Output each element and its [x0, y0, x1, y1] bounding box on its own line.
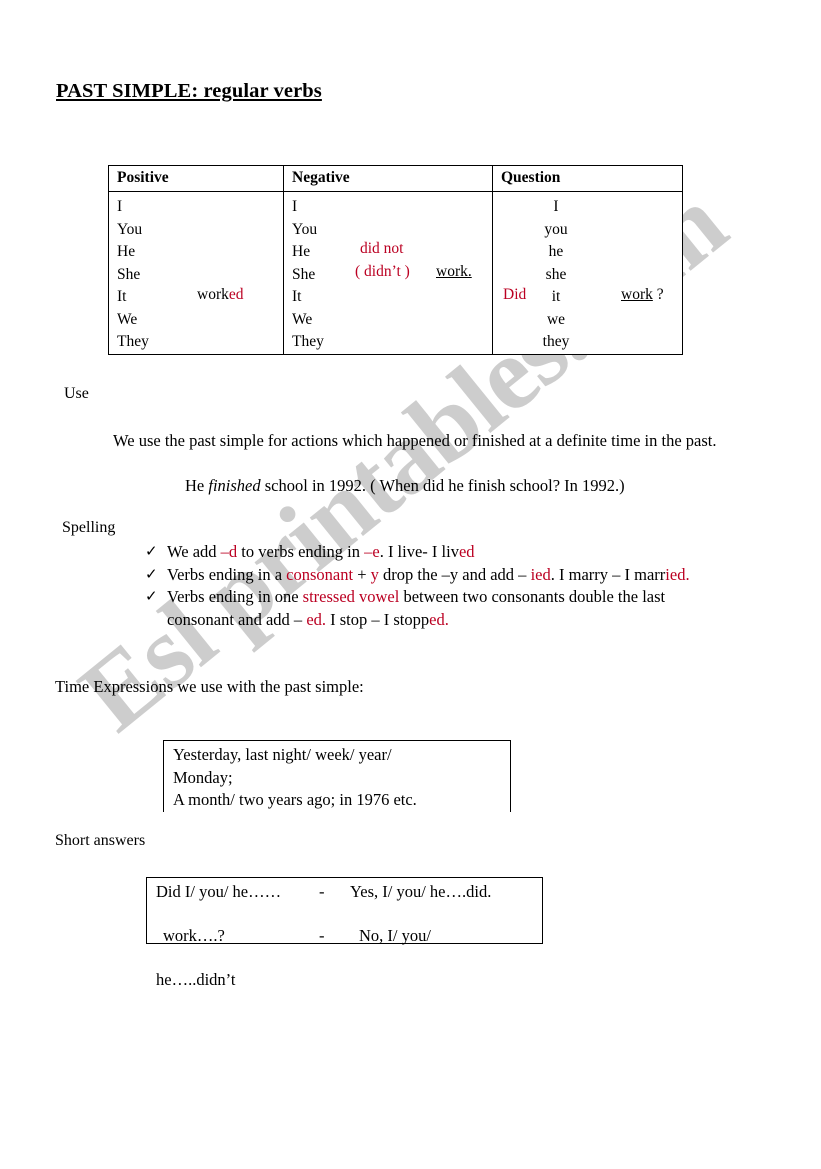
column-header-question: Question	[492, 165, 683, 192]
use-paragraph: We use the past simple for actions which…	[113, 431, 717, 450]
pronoun-item: You	[292, 220, 318, 238]
spelling-segment: consonant	[286, 564, 354, 584]
spelling-rule-text: Verbs ending in one stressed vowel betwe…	[167, 586, 730, 631]
table-body-row: I You He She It We They worked I You He …	[108, 191, 683, 355]
short-answer-question: he…..didn’t	[156, 970, 236, 989]
column-header-negative: Negative	[283, 165, 493, 192]
spelling-segment: I stop – I stopp	[326, 609, 430, 629]
spelling-segment: ed	[458, 542, 475, 561]
negative-contraction: ( didn’t )	[355, 263, 410, 280]
spelling-section-label: Spelling	[62, 519, 116, 536]
time-expression-line: A month/ two years ago; in 1976 etc.	[173, 790, 417, 809]
pronoun-item: I	[553, 198, 559, 215]
column-header-positive: Positive	[108, 165, 284, 192]
pronoun-item: It	[292, 288, 302, 305]
short-answers-label: Short answers	[55, 832, 146, 849]
spelling-rule-text: We add –d to verbs ending in –e. I live-…	[167, 541, 730, 564]
question-cell: I you he she it we they Did work ?	[492, 191, 683, 355]
verb-ending: ed	[228, 286, 244, 303]
spelling-rule-item: ✓ We add –d to verbs ending in –e. I liv…	[145, 541, 730, 564]
pronoun-item: you	[544, 220, 568, 238]
spelling-rule-list: ✓ We add –d to verbs ending in –e. I liv…	[145, 541, 730, 631]
pronoun-item: I	[292, 198, 298, 215]
positive-verb-form: worked	[197, 286, 244, 304]
spelling-segment: +	[353, 564, 371, 584]
spelling-segment: to verbs ending in	[237, 542, 365, 561]
positive-cell: I You He She It We They worked	[108, 191, 284, 355]
pronoun-item: he	[548, 243, 564, 260]
spelling-segment: Verbs ending in a	[167, 564, 287, 584]
spelling-rule-text: Verbs ending in a consonant + y drop the…	[167, 564, 730, 587]
short-answer-row: Did I/ you/ he…… - Yes, I/ you/ he….did.	[147, 878, 542, 901]
use-example: He finished school in 1992. ( When did h…	[55, 475, 755, 496]
spelling-segment: drop the –y and add –	[378, 564, 531, 584]
pronoun-item: They	[292, 333, 324, 350]
use-section-label: Use	[64, 385, 89, 402]
checkmark-icon: ✓	[145, 566, 158, 583]
spelling-segment: y	[370, 564, 379, 584]
short-answer-row: work….? - No, I/ you/	[147, 900, 542, 945]
pronoun-item: They	[117, 333, 149, 350]
spelling-segment: ied	[530, 564, 551, 584]
checkmark-icon: ✓	[145, 544, 158, 560]
spelling-segment: . I marry – I marr	[550, 564, 666, 584]
pronoun-item: He	[117, 243, 136, 260]
spelling-segment: stressed vowel	[302, 587, 400, 606]
spelling-segment: –d	[220, 542, 238, 561]
question-verb: work	[621, 286, 653, 303]
positive-pronoun-list: I You He She It We They	[109, 192, 283, 354]
example-post: school in 1992. ( When did he finish sch…	[260, 476, 625, 495]
pronoun-item: they	[542, 333, 570, 350]
pronoun-item: she	[545, 265, 567, 283]
table-header-row: Positive Negative Question	[108, 165, 683, 192]
time-expression-line: Yesterday, last night/ week/ year/	[173, 745, 392, 764]
pronoun-item: We	[292, 310, 313, 328]
question-mark: ?	[652, 286, 664, 303]
spelling-segment: We add	[167, 542, 221, 561]
verb-stem: work	[197, 286, 229, 303]
spelling-segment: ed.	[306, 609, 327, 629]
pronoun-item: You	[117, 220, 143, 238]
page-title: PAST SIMPLE: regular verbs	[56, 80, 322, 102]
example-pre: He	[185, 476, 209, 495]
example-italic-verb: finished	[208, 476, 261, 495]
question-auxiliary: Did	[503, 286, 527, 303]
spelling-segment: –e	[364, 542, 380, 561]
spelling-rule-item: ✓ Verbs ending in one stressed vowel bet…	[145, 586, 730, 631]
short-answer-row: he…..didn’t	[147, 922, 542, 989]
time-expressions-intro: Time Expressions we use with the past si…	[55, 677, 364, 696]
negative-cell: I You He She It We They did not ( didn’t…	[283, 191, 493, 355]
spelling-segment: . I live- I liv	[379, 542, 459, 561]
time-expression-line: Monday;	[173, 767, 233, 787]
pronoun-item: She	[117, 265, 141, 283]
question-cell-body: I you he she it we they Did work ?	[493, 192, 682, 350]
pronoun-item: I	[117, 198, 123, 215]
question-verb-group: work ?	[621, 286, 664, 304]
negative-auxiliary: did not	[360, 240, 404, 257]
negative-verb: work.	[436, 263, 472, 280]
short-answers-box: Did I/ you/ he…… - Yes, I/ you/ he….did.…	[146, 877, 543, 989]
worksheet-page: Esl printables.com PAST SIMPLE: regular …	[0, 0, 821, 1169]
time-expressions-box: Yesterday, last night/ week/ year/ Monda…	[163, 740, 511, 812]
conjugation-table: Positive Negative Question I You He She …	[108, 165, 683, 355]
pronoun-item: We	[117, 310, 138, 328]
pronoun-item: we	[546, 310, 566, 328]
spelling-segment: ed.	[429, 609, 449, 629]
spelling-segment: Verbs ending in one	[167, 587, 303, 606]
checkmark-icon: ✓	[145, 589, 158, 605]
spelling-rule-item: ✓ Verbs ending in a consonant + y drop t…	[145, 564, 730, 587]
spelling-segment: ied.	[665, 564, 690, 584]
question-pronoun-list: I you he she it we they	[493, 196, 619, 354]
